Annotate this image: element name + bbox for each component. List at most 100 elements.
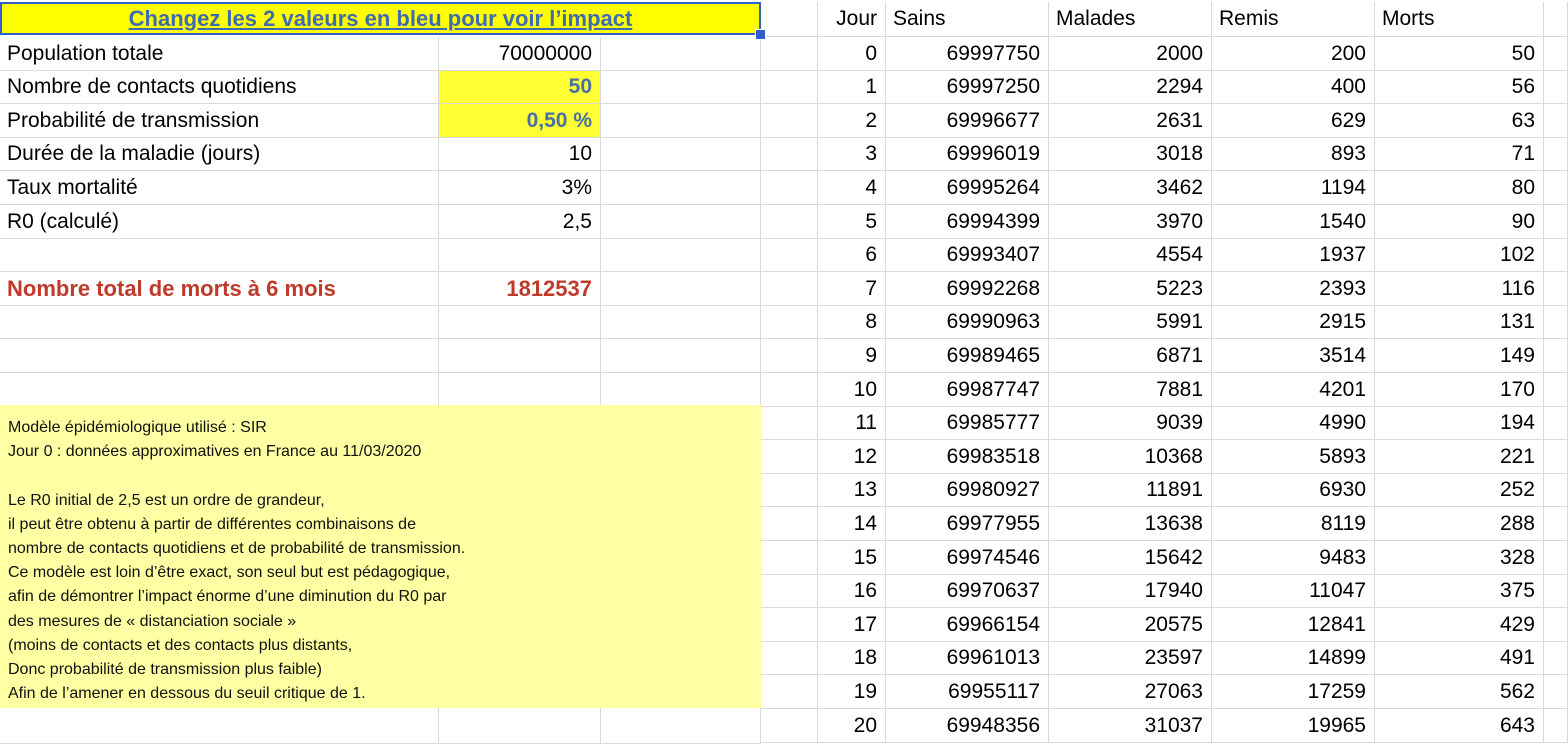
empty-cell[interactable] <box>1544 171 1568 205</box>
param-value-3[interactable]: 10 <box>439 138 601 171</box>
table-cell[interactable]: 2 <box>818 104 886 138</box>
table-cell[interactable]: 194 <box>1375 407 1544 440</box>
table-cell[interactable]: 2393 <box>1212 272 1375 306</box>
empty-cell[interactable] <box>601 171 761 205</box>
table-cell[interactable]: 19 <box>818 675 886 709</box>
table-cell[interactable]: 429 <box>1375 608 1544 642</box>
table-cell[interactable]: 11 <box>818 407 886 440</box>
param-value-4[interactable]: 3% <box>439 171 601 205</box>
empty-cell[interactable] <box>761 37 818 71</box>
empty-cell[interactable] <box>1544 205 1568 239</box>
table-cell[interactable]: 71 <box>1375 138 1544 171</box>
table-cell[interactable]: 1540 <box>1212 205 1375 239</box>
empty-cell[interactable] <box>601 104 761 138</box>
header-sains[interactable]: Sains <box>886 2 1049 37</box>
table-cell[interactable]: 69996677 <box>886 104 1049 138</box>
empty-cell[interactable] <box>1544 608 1568 642</box>
header-malades[interactable]: Malades <box>1049 2 1212 37</box>
empty-cell[interactable] <box>601 708 761 744</box>
empty-cell[interactable] <box>601 37 761 71</box>
table-cell[interactable]: 19965 <box>1212 709 1375 743</box>
param-value-1[interactable]: 50 <box>439 71 601 104</box>
empty-cell[interactable] <box>761 239 818 272</box>
table-cell[interactable]: 69955117 <box>886 675 1049 709</box>
table-cell[interactable]: 2915 <box>1212 306 1375 339</box>
empty-cell[interactable] <box>761 138 818 171</box>
empty-cell[interactable] <box>761 709 818 743</box>
table-cell[interactable]: 69997750 <box>886 37 1049 71</box>
table-cell[interactable]: 17940 <box>1049 575 1212 608</box>
empty-cell[interactable] <box>761 171 818 205</box>
table-cell[interactable]: 4201 <box>1212 373 1375 407</box>
empty-cell[interactable] <box>761 507 818 541</box>
empty-cell[interactable] <box>601 239 761 272</box>
table-cell[interactable]: 63 <box>1375 104 1544 138</box>
total-deaths-label[interactable]: Nombre total de morts à 6 mois <box>0 272 439 306</box>
table-cell[interactable]: 1194 <box>1212 171 1375 205</box>
table-cell[interactable]: 5223 <box>1049 272 1212 306</box>
empty-cell[interactable] <box>1544 138 1568 171</box>
table-cell[interactable]: 252 <box>1375 474 1544 507</box>
empty-cell[interactable] <box>1544 37 1568 71</box>
empty-cell[interactable] <box>439 373 601 407</box>
table-cell[interactable]: 200 <box>1212 37 1375 71</box>
table-cell[interactable]: 23597 <box>1049 642 1212 675</box>
empty-cell[interactable] <box>601 306 761 339</box>
param-label-2[interactable]: Probabilité de transmission <box>0 104 439 138</box>
table-cell[interactable]: 56 <box>1375 71 1544 104</box>
table-cell[interactable]: 629 <box>1212 104 1375 138</box>
empty-cell[interactable] <box>1544 474 1568 507</box>
empty-cell[interactable] <box>0 306 439 339</box>
table-cell[interactable]: 17 <box>818 608 886 642</box>
table-cell[interactable]: 18 <box>818 642 886 675</box>
table-cell[interactable]: 9 <box>818 339 886 373</box>
table-cell[interactable]: 69970637 <box>886 575 1049 608</box>
table-cell[interactable]: 400 <box>1212 71 1375 104</box>
empty-cell[interactable] <box>601 205 761 239</box>
table-cell[interactable]: 1937 <box>1212 239 1375 272</box>
header-morts[interactable]: Morts <box>1375 2 1544 37</box>
param-label-1[interactable]: Nombre de contacts quotidiens <box>0 71 439 104</box>
empty-cell[interactable] <box>761 642 818 675</box>
empty-cell[interactable] <box>761 608 818 642</box>
table-cell[interactable]: 31037 <box>1049 709 1212 743</box>
empty-cell[interactable] <box>761 575 818 608</box>
table-cell[interactable]: 131 <box>1375 306 1544 339</box>
empty-cell[interactable] <box>0 373 439 407</box>
table-cell[interactable]: 4 <box>818 171 886 205</box>
table-cell[interactable]: 11891 <box>1049 474 1212 507</box>
table-cell[interactable]: 562 <box>1375 675 1544 709</box>
empty-cell[interactable] <box>1544 541 1568 575</box>
table-cell[interactable]: 1 <box>818 71 886 104</box>
table-cell[interactable]: 5991 <box>1049 306 1212 339</box>
table-cell[interactable]: 12 <box>818 440 886 474</box>
empty-cell[interactable] <box>761 272 818 306</box>
table-cell[interactable]: 221 <box>1375 440 1544 474</box>
total-deaths-value[interactable]: 1812537 <box>439 272 601 306</box>
table-cell[interactable]: 90 <box>1375 205 1544 239</box>
param-label-4[interactable]: Taux mortalité <box>0 171 439 205</box>
table-cell[interactable]: 4554 <box>1049 239 1212 272</box>
table-cell[interactable]: 13638 <box>1049 507 1212 541</box>
table-cell[interactable]: 116 <box>1375 272 1544 306</box>
empty-cell[interactable] <box>601 272 761 306</box>
table-cell[interactable]: 2294 <box>1049 71 1212 104</box>
table-cell[interactable]: 69983518 <box>886 440 1049 474</box>
empty-cell[interactable] <box>1544 2 1568 37</box>
table-cell[interactable]: 27063 <box>1049 675 1212 709</box>
table-cell[interactable]: 170 <box>1375 373 1544 407</box>
param-label-0[interactable]: Population totale <box>0 37 439 71</box>
table-cell[interactable]: 15 <box>818 541 886 575</box>
table-cell[interactable]: 69990963 <box>886 306 1049 339</box>
table-cell[interactable]: 893 <box>1212 138 1375 171</box>
empty-cell[interactable] <box>761 541 818 575</box>
table-cell[interactable]: 69996019 <box>886 138 1049 171</box>
empty-cell[interactable] <box>761 339 818 373</box>
table-cell[interactable]: 69993407 <box>886 239 1049 272</box>
table-cell[interactable]: 69966154 <box>886 608 1049 642</box>
empty-cell[interactable] <box>0 339 439 373</box>
param-value-2[interactable]: 0,50 % <box>439 104 601 138</box>
empty-cell[interactable] <box>1544 440 1568 474</box>
empty-cell[interactable] <box>439 708 601 744</box>
table-cell[interactable]: 3514 <box>1212 339 1375 373</box>
